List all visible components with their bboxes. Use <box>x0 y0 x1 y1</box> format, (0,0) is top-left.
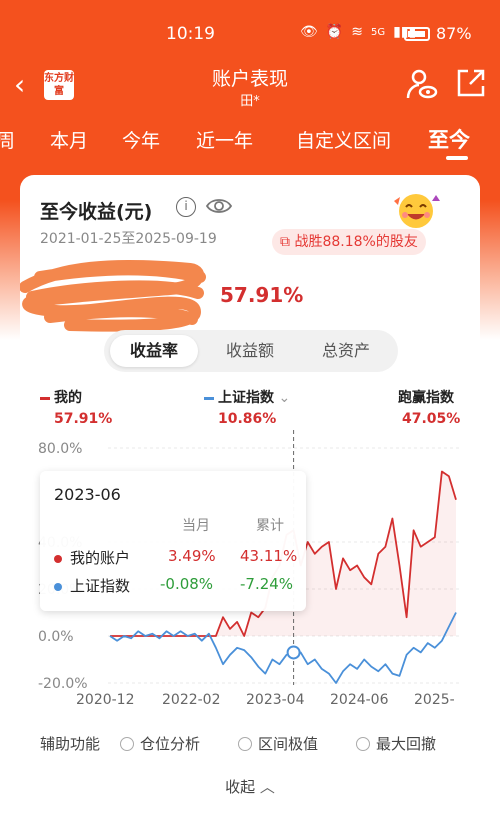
y-tick-label: 0.0% <box>38 629 74 645</box>
tooltip-index-cum: -7.24% <box>240 575 294 593</box>
nav-bar: ‹ 东方财富 账户表现 田* <box>0 56 500 116</box>
total-return-pct: 57.91% <box>220 283 304 307</box>
tab-last-year[interactable]: 近一年 <box>196 126 253 153</box>
redaction-scribble <box>20 260 206 332</box>
radio-position-icon[interactable] <box>120 737 134 751</box>
legend-mine-swatch <box>40 396 50 400</box>
aux-option-position-label: 仓位分析 <box>140 735 201 753</box>
x-tick-label: 2025- <box>414 692 455 708</box>
status-bar: 10:19 👁 ⏰ ≋ 5G ▮▮▮ 87% <box>0 0 500 64</box>
tab-custom-range[interactable]: 自定义区间 <box>296 126 391 153</box>
chart-tooltip: 2023-06 当月 累计 我的账户 3.49% 43.11% 上证指数 -0.… <box>40 471 306 611</box>
y-tick-label: -20.0% <box>38 676 88 692</box>
collapse-button[interactable]: 收起 ︿ <box>20 776 480 797</box>
radio-extremes-icon[interactable] <box>238 737 252 751</box>
tooltip-row-index: 上证指数 <box>54 575 130 596</box>
tooltip-row-mine: 我的账户 <box>54 547 130 568</box>
beat-text: 战胜88.18%的股友 <box>294 234 418 250</box>
share-small-icon: ⧉ <box>280 234 295 250</box>
legend-beat-value: 47.05% <box>402 411 461 427</box>
toggle-return-rate[interactable]: 收益率 <box>110 335 198 367</box>
battery-icon <box>404 27 430 41</box>
aux-option-extremes-label: 区间极值 <box>258 735 319 753</box>
period-tabs: 周 本月 今年 近一年 自定义区间 至今 <box>0 124 500 164</box>
y-tick-label: 80.0% <box>38 441 82 457</box>
status-icons: 👁 ⏰ ≋ 5G ▮▮▮ <box>300 24 416 40</box>
date-range: 2021-01-25至2025-09-19 <box>40 231 217 247</box>
x-tick-label: 2024-06 <box>330 692 389 708</box>
cursor-marker-index <box>286 645 301 660</box>
aux-option-extremes[interactable]: 区间极值 <box>238 733 318 754</box>
legend-index-value: 10.86% <box>218 411 277 427</box>
legend-index[interactable]: 上证指数 ⌄ <box>204 387 290 407</box>
active-tab-indicator <box>446 156 468 160</box>
chevron-down-icon[interactable]: ⌄ <box>274 390 290 406</box>
tab-week[interactable]: 周 <box>0 126 15 153</box>
x-tick-label: 2023-04 <box>246 692 305 708</box>
eye-icon[interactable] <box>206 195 232 217</box>
card-title: 至今收益(元) <box>40 201 153 223</box>
radio-drawdown-icon[interactable] <box>356 737 370 751</box>
celebrate-emoji-icon <box>394 194 440 228</box>
legend-mine[interactable]: 我的 <box>40 387 82 407</box>
tab-this-month[interactable]: 本月 <box>50 126 88 153</box>
aux-label: 辅助功能 <box>40 735 101 753</box>
aux-option-drawdown[interactable]: 最大回撤 <box>356 733 436 754</box>
tooltip-month: 2023-06 <box>54 485 121 504</box>
toggle-return-amount[interactable]: 收益额 <box>206 335 294 367</box>
tooltip-col-cum: 累计 <box>256 518 284 534</box>
tooltip-mine-cum: 43.11% <box>240 547 298 565</box>
tooltip-mine-dot <box>54 554 62 563</box>
tooltip-index-name: 上证指数 <box>70 577 131 595</box>
user-view-icon[interactable] <box>406 68 438 100</box>
x-tick-label: 2022-02 <box>162 692 221 708</box>
legend-mine-value: 57.91% <box>54 411 113 427</box>
info-icon[interactable]: i <box>176 197 196 217</box>
tooltip-col-month: 当月 <box>182 518 210 534</box>
beat-badge[interactable]: ⧉ 战胜88.18%的股友 <box>272 229 426 255</box>
tooltip-index-month: -0.08% <box>160 575 214 593</box>
network-label: 5G <box>370 26 386 38</box>
tooltip-mine-month: 3.49% <box>168 547 216 565</box>
chevron-up-icon: ︿ <box>255 778 275 796</box>
alarm-icon: ⏰ <box>325 24 344 40</box>
tab-this-year[interactable]: 今年 <box>122 126 160 153</box>
tab-to-date[interactable]: 至今 <box>428 124 470 154</box>
aux-option-drawdown-label: 最大回撤 <box>376 735 437 753</box>
legend-beat-label: 跑赢指数 <box>398 390 454 406</box>
legend-mine-label: 我的 <box>54 390 82 406</box>
share-icon[interactable] <box>456 68 486 98</box>
tooltip-mine-name: 我的账户 <box>70 549 131 567</box>
metric-toggle: 收益率 收益额 总资产 <box>104 330 398 372</box>
legend-index-swatch <box>204 396 214 400</box>
eye-status-icon: 👁 <box>300 24 318 40</box>
status-time: 10:19 <box>166 24 215 44</box>
battery-level: 87% <box>436 24 472 43</box>
legend-index-label: 上证指数 <box>218 390 274 406</box>
tooltip-index-dot <box>54 582 62 591</box>
toggle-total-assets[interactable]: 总资产 <box>302 335 390 367</box>
performance-card: 至今收益(元) i 2021-01-25至2025-09-19 ⧉ 战胜88.1… <box>20 175 480 816</box>
collapse-label: 收起 <box>225 778 256 796</box>
aux-option-position[interactable]: 仓位分析 <box>120 733 200 754</box>
x-tick-label: 2020-12 <box>76 692 135 708</box>
wifi-icon: ≋ <box>351 24 363 40</box>
